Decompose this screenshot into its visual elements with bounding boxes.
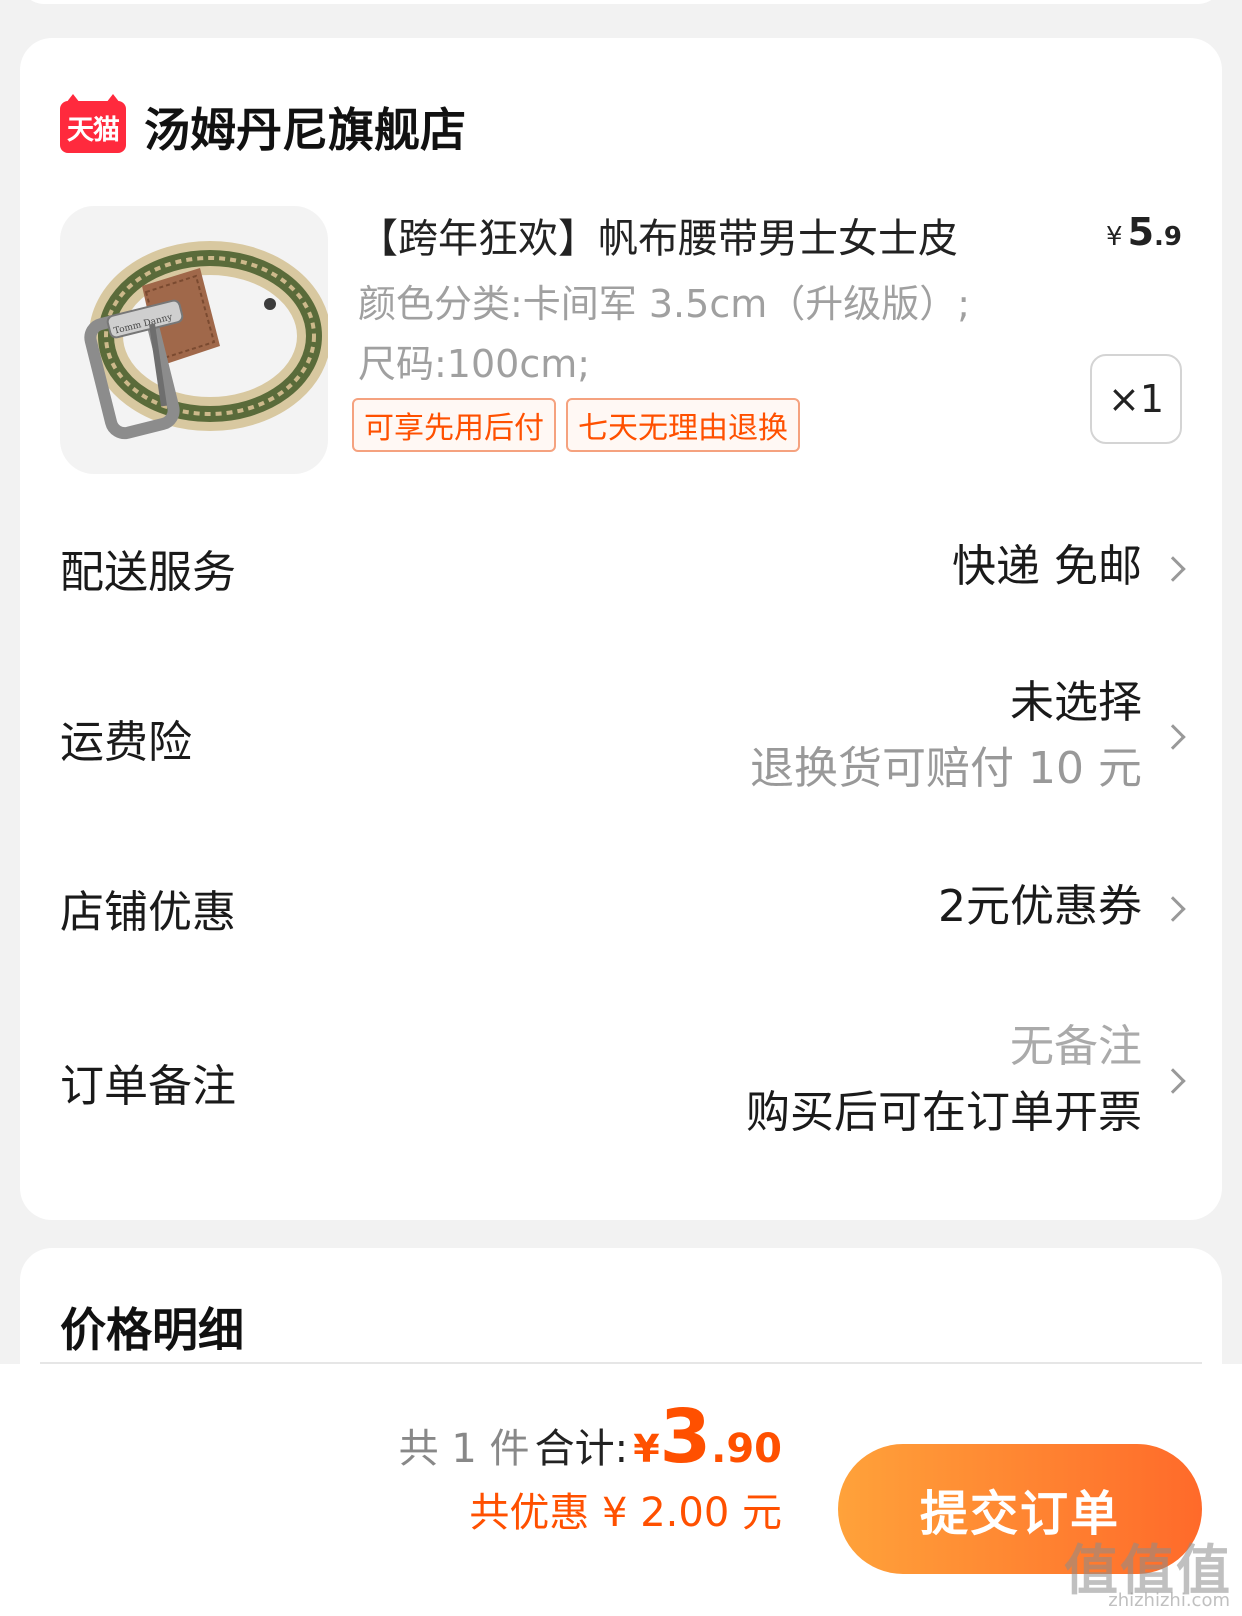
service-tags: 可享先用后付 七天无理由退换 (352, 398, 800, 452)
total-int: 3 (659, 1394, 712, 1480)
discount-summary: 共优惠 ¥ 2.00 元 (469, 1490, 782, 1536)
unit-price: ¥ 5.9 (1106, 210, 1182, 254)
price-detail-title: 价格明细 (60, 1303, 244, 1357)
order-note-value: 无备注 购买后可在订单开票 (746, 1014, 1142, 1146)
unit-price-int: 5 (1127, 210, 1155, 254)
shop-name[interactable]: 汤姆丹尼旗舰店 (144, 94, 466, 160)
order-note-status: 无备注 (1010, 1021, 1142, 1072)
total-label: 合计: (534, 1426, 629, 1472)
chevron-right-icon (1160, 556, 1186, 582)
delivery-value: 快递 免邮 (952, 541, 1142, 592)
order-note-row[interactable]: 订单备注 无备注 购买后可在订单开票 (60, 1010, 1186, 1150)
product-sku[interactable]: 颜色分类:卡间军 3.5cm（升级版）; 尺码:100cm; (358, 274, 1058, 394)
tag-seven-day-return: 七天无理由退换 (566, 398, 800, 452)
shop-header[interactable]: 天猫 汤姆丹尼旗舰店 (60, 94, 466, 160)
store-discount-label: 店铺优惠 (60, 887, 236, 938)
order-total: 共 1 件 合计: ¥3.90 (399, 1394, 782, 1480)
total-currency: ¥ (633, 1427, 660, 1471)
chevron-right-icon (1160, 724, 1186, 750)
insurance-sub: 退换货可赔付 10 元 (750, 743, 1142, 794)
chevron-right-icon (1160, 896, 1186, 922)
watermark-url: zhizhizhi.com (1108, 1590, 1230, 1611)
quantity-stepper[interactable]: ×1 (1090, 354, 1182, 444)
delivery-label: 配送服务 (60, 547, 236, 598)
delivery-row[interactable]: 配送服务 快递 免邮 (60, 528, 1186, 608)
store-discount-value: 2元优惠券 (938, 881, 1142, 932)
sku-size: 尺码:100cm; (358, 342, 591, 386)
tag-pay-later: 可享先用后付 (352, 398, 556, 452)
insurance-value: 未选择 退换货可赔付 10 元 (750, 670, 1142, 802)
order-shop-card: 天猫 汤姆丹尼旗舰店 Tomm Danny 【跨年狂欢】帆布腰带男士女士皮 ¥ … (20, 38, 1222, 1220)
divider (40, 1362, 1202, 1364)
insurance-status: 未选择 (1010, 677, 1142, 728)
tmall-logo: 天猫 (60, 94, 126, 153)
unit-price-symbol: ¥ (1105, 222, 1123, 252)
store-discount-row[interactable]: 店铺优惠 2元优惠券 (60, 870, 1186, 950)
tmall-logo-text: 天猫 (67, 114, 120, 146)
shipping-insurance-row[interactable]: 运费险 未选择 退换货可赔付 10 元 (60, 668, 1186, 808)
order-note-sub: 购买后可在订单开票 (746, 1087, 1142, 1138)
unit-price-dec: .9 (1154, 222, 1182, 252)
insurance-label: 运费险 (60, 717, 192, 768)
product-title[interactable]: 【跨年狂欢】帆布腰带男士女士皮 (358, 206, 1048, 264)
product-image[interactable]: Tomm Danny (60, 206, 328, 474)
total-dec: .90 (711, 1426, 782, 1472)
chevron-right-icon (1160, 1068, 1186, 1094)
item-count: 共 1 件 (398, 1426, 530, 1472)
sku-color: 颜色分类:卡间军 3.5cm（升级版）; (358, 282, 971, 326)
previous-card-edge (20, 0, 1222, 4)
belt-image: Tomm Danny (84, 241, 328, 440)
order-note-label: 订单备注 (60, 1061, 236, 1112)
